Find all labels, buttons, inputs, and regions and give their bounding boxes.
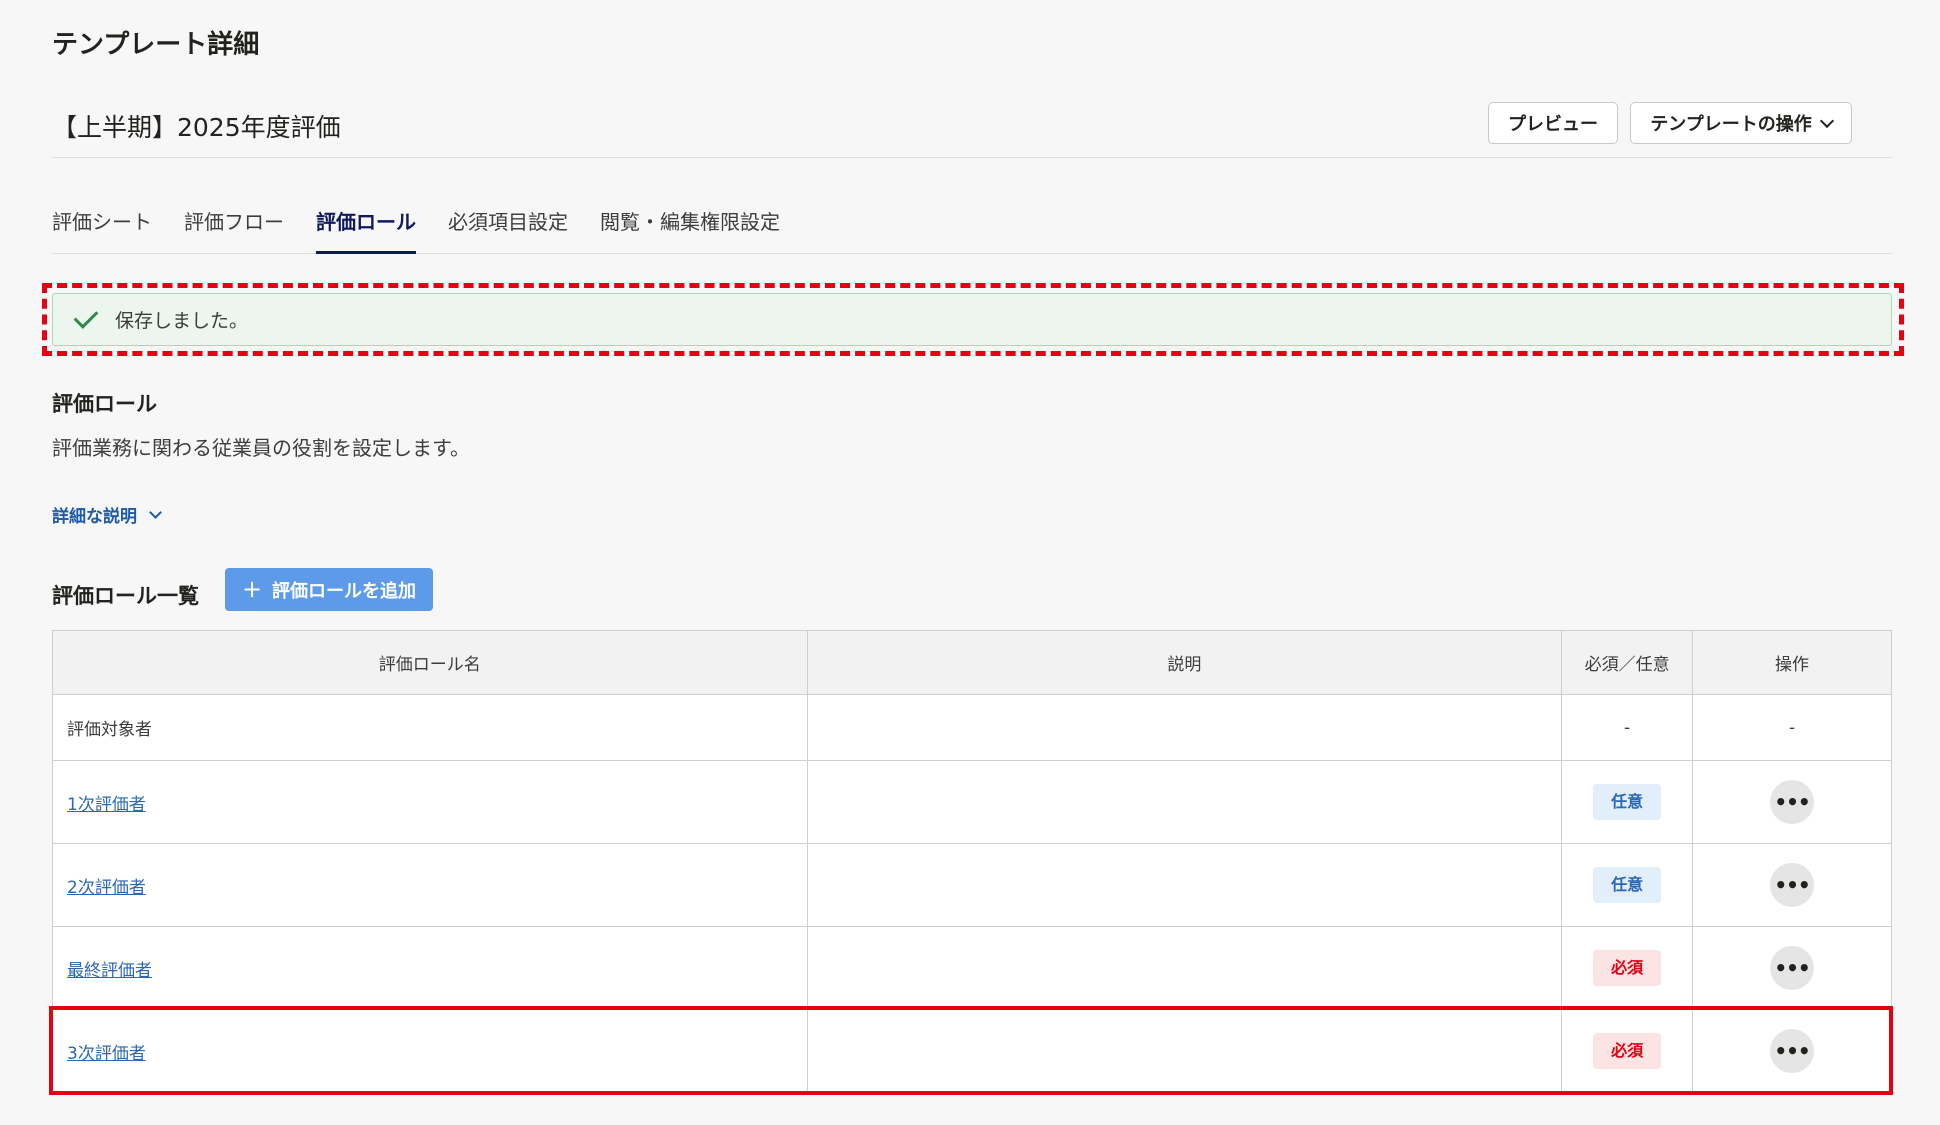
row-highlight-frame	[49, 1006, 1893, 1095]
page-title: テンプレート詳細	[52, 30, 260, 60]
requirement-value: -	[1561, 694, 1694, 761]
column-header-requirement: 必須／任意	[1561, 630, 1694, 695]
column-header-actions: 操作	[1692, 630, 1892, 695]
template-operations-label: テンプレートの操作	[1650, 114, 1812, 135]
chevron-down-icon	[149, 505, 162, 519]
action-value: -	[1692, 694, 1892, 761]
template-name: 【上半期】2025年度評価	[52, 113, 341, 142]
template-header: 【上半期】2025年度評価 プレビュー テンプレートの操作	[52, 98, 1892, 158]
optional-badge: 任意	[1593, 867, 1662, 903]
tab-evaluation-flow[interactable]: 評価フロー	[184, 198, 284, 254]
role-list-title: 評価ロール一覧	[52, 584, 199, 608]
role-description	[806, 843, 1563, 927]
table-row: 2次評価者 任意 •••	[52, 843, 1892, 927]
add-role-label: 評価ロールを追加	[272, 580, 417, 602]
required-badge: 必須	[1593, 950, 1662, 986]
section-title: 評価ロール	[52, 392, 157, 416]
page: テンプレート詳細 【上半期】2025年度評価 プレビュー テンプレートの操作 評…	[0, 0, 1940, 1125]
chevron-down-icon	[1819, 113, 1834, 128]
check-icon	[73, 304, 99, 329]
more-actions-button[interactable]: •••	[1770, 863, 1815, 907]
role-name: 評価対象者	[52, 694, 808, 761]
tab-permissions[interactable]: 閲覧・編集権限設定	[600, 198, 780, 254]
role-name-link[interactable]: 2次評価者	[67, 878, 146, 898]
tab-evaluation-sheet[interactable]: 評価シート	[52, 198, 152, 254]
table-header-row: 評価ロール名 説明 必須／任意 操作	[52, 630, 1892, 695]
detail-description-toggle[interactable]: 詳細な説明	[52, 502, 162, 527]
table-row: 評価対象者 - -	[52, 694, 1892, 761]
role-description	[806, 694, 1563, 761]
role-description	[806, 760, 1563, 844]
tab-evaluation-role[interactable]: 評価ロール	[316, 198, 416, 254]
table-row: 1次評価者 任意 •••	[52, 760, 1892, 844]
tab-bar: 評価シート 評価フロー 評価ロール 必須項目設定 閲覧・編集権限設定	[52, 198, 1892, 254]
more-actions-button[interactable]: •••	[1770, 780, 1815, 824]
role-name-link[interactable]: 1次評価者	[67, 795, 146, 815]
tab-required-items[interactable]: 必須項目設定	[448, 198, 568, 254]
detail-description-label: 詳細な説明	[52, 507, 137, 527]
template-operations-button[interactable]: テンプレートの操作	[1630, 102, 1852, 144]
success-toast: 保存しました。	[52, 293, 1892, 346]
section-description: 評価業務に関わる従業員の役割を設定します。	[52, 436, 470, 460]
table-row: 最終評価者 必須 •••	[52, 926, 1892, 1010]
add-role-button[interactable]: + 評価ロールを追加	[225, 568, 433, 611]
column-header-description: 説明	[806, 630, 1563, 695]
column-header-role-name: 評価ロール名	[52, 630, 808, 695]
preview-button-label: プレビュー	[1508, 114, 1598, 135]
optional-badge: 任意	[1593, 784, 1662, 820]
role-description	[806, 926, 1563, 1010]
role-name-link[interactable]: 最終評価者	[67, 961, 152, 981]
plus-icon: +	[241, 574, 263, 603]
toast-message: 保存しました。	[115, 310, 249, 332]
preview-button[interactable]: プレビュー	[1488, 102, 1618, 144]
more-actions-button[interactable]: •••	[1770, 946, 1815, 990]
